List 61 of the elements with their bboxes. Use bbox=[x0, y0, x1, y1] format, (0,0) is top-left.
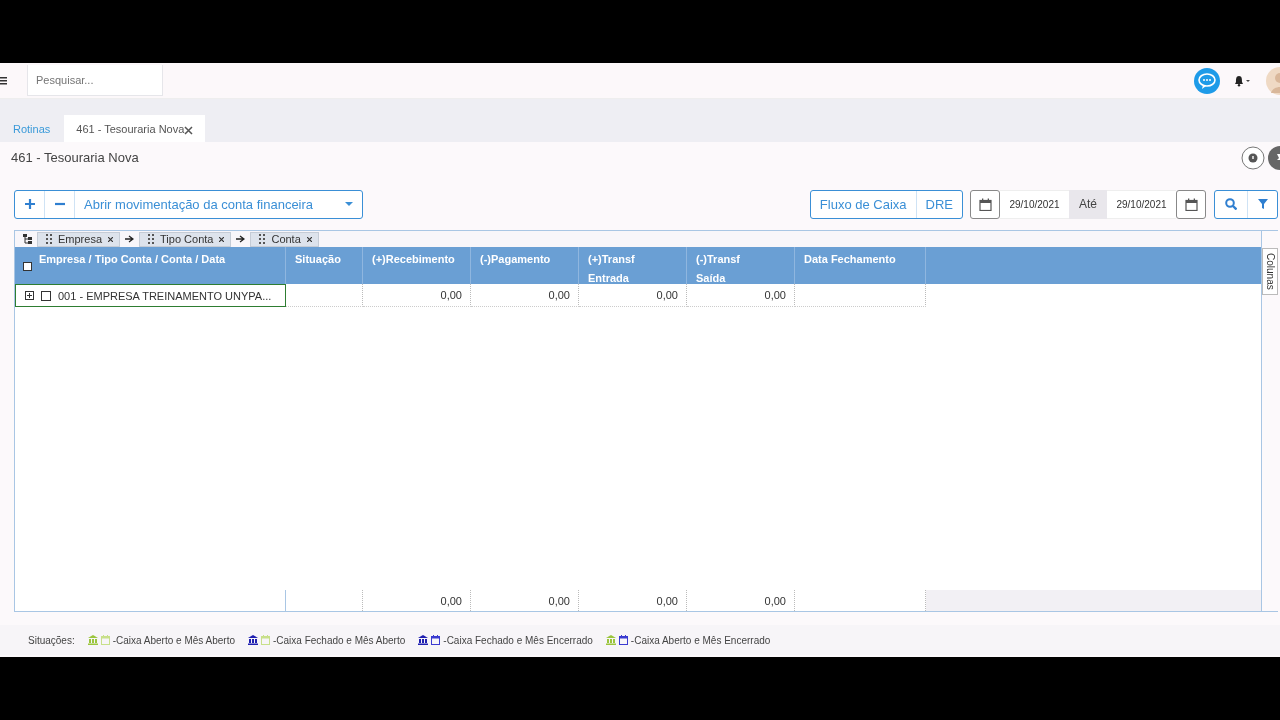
report-button[interactable]: Fluxo de Caixa bbox=[810, 190, 917, 218]
tab[interactable]: Rotinas bbox=[5, 115, 59, 142]
tree-cell[interactable]: 001 - EMPRESA TREINAMENTO UNYPA... bbox=[15, 284, 286, 307]
tab[interactable]: 461 - Tesouraria Nova bbox=[64, 115, 206, 142]
total-cell: 0,00 bbox=[656, 594, 678, 607]
checkbox[interactable] bbox=[23, 262, 32, 271]
search-icon bbox=[1225, 198, 1237, 210]
group-chip[interactable]: Tipo Conta bbox=[139, 231, 232, 247]
date-field[interactable]: 29/10/2021 bbox=[1000, 189, 1069, 219]
caret-icon bbox=[345, 202, 353, 206]
column-header[interactable]: (-)Transf Saída bbox=[687, 247, 795, 284]
legend-label: Situações: bbox=[28, 634, 75, 646]
calendar-button[interactable] bbox=[1176, 189, 1206, 219]
close-icon[interactable] bbox=[108, 236, 114, 242]
grip-icon bbox=[259, 234, 266, 244]
date-field[interactable]: 29/10/2021 bbox=[1107, 189, 1176, 219]
table-cell: 0,00 bbox=[579, 284, 687, 307]
group-chip[interactable]: Conta bbox=[250, 231, 319, 247]
legend-text: -Caixa Fechado e Mês Aberto bbox=[273, 634, 406, 646]
checkbox[interactable] bbox=[41, 290, 51, 301]
column-header[interactable]: (-)Pagamento bbox=[471, 247, 579, 284]
expand-icon[interactable] bbox=[25, 291, 34, 300]
arrow-icon bbox=[236, 235, 246, 243]
close-icon[interactable] bbox=[306, 236, 312, 242]
columns-tab[interactable]: Colunas bbox=[1262, 248, 1278, 295]
tree-row-label[interactable]: 001 - EMPRESA TREINAMENTO UNYPA... bbox=[58, 289, 272, 302]
close-icon[interactable] bbox=[184, 125, 194, 135]
report-button[interactable]: DRE bbox=[916, 190, 962, 218]
chat-icon[interactable] bbox=[1194, 67, 1220, 94]
legend-text: -Caixa Aberto e Mês Aberto bbox=[112, 634, 235, 646]
grip-icon bbox=[148, 234, 155, 244]
calendar-icon bbox=[978, 197, 992, 211]
minus-icon bbox=[54, 202, 65, 206]
legend-text: -Caixa Aberto e Mês Encerrado bbox=[630, 634, 771, 646]
search-field[interactable]: Pesquisar... bbox=[27, 65, 163, 96]
legend-text: -Caixa Fechado e Mês Encerrado bbox=[443, 634, 593, 646]
total-cell: 0,00 bbox=[764, 594, 786, 607]
column-header[interactable]: (+)Recebimento bbox=[363, 247, 471, 284]
bell-icon[interactable] bbox=[1234, 74, 1250, 87]
total-cell: 0,00 bbox=[548, 594, 570, 607]
grip-icon bbox=[46, 234, 52, 244]
help-icon[interactable] bbox=[1241, 145, 1265, 170]
calendar-button[interactable] bbox=[970, 189, 1000, 219]
total-cell: 0,00 bbox=[440, 594, 462, 607]
plus-icon bbox=[24, 199, 35, 209]
group-chip[interactable]: Empresa bbox=[37, 231, 121, 247]
arrow-icon bbox=[125, 235, 135, 243]
column-header[interactable]: Data Fechamento bbox=[795, 247, 926, 284]
table-cell: 0,00 bbox=[687, 284, 795, 307]
tree-icon[interactable] bbox=[23, 234, 32, 244]
page-title: 461 - Tesouraria Nova bbox=[11, 150, 140, 165]
filter-icon bbox=[1257, 199, 1268, 209]
range-label: Até bbox=[1069, 189, 1107, 219]
table-cell: 0,00 bbox=[471, 284, 579, 307]
column-header[interactable]: Empresa / Tipo Conta / Conta / Data bbox=[39, 250, 226, 284]
calendar-icon bbox=[1184, 197, 1198, 211]
column-header[interactable]: (+)Transf Entrada bbox=[579, 247, 687, 284]
column-header[interactable]: Situação bbox=[286, 247, 363, 284]
table-cell: 0,00 bbox=[363, 284, 471, 307]
close-icon[interactable] bbox=[219, 236, 225, 242]
menu-icon[interactable] bbox=[0, 76, 7, 85]
